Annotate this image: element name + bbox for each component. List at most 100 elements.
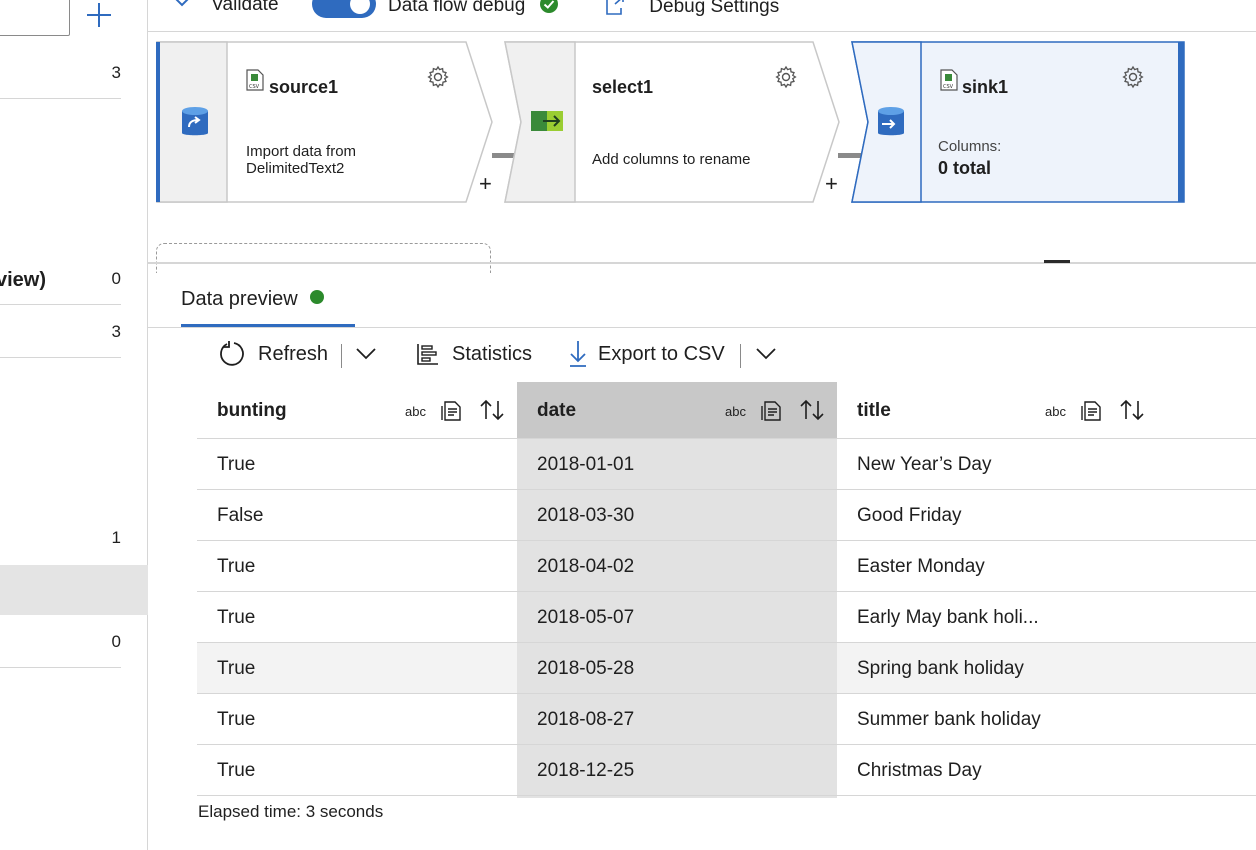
column-type-badge: abc	[1045, 404, 1066, 419]
divider	[740, 344, 741, 368]
dataflow-debug-label-group: Data flow debug	[388, 0, 559, 17]
table-row[interactable]: True 2018-04-02 Easter Monday	[197, 541, 1256, 592]
tab-active-indicator	[181, 324, 355, 327]
select1-desc: Add columns to rename	[592, 151, 751, 168]
cell-bunting: False	[217, 505, 264, 526]
table-row-hovered[interactable]: True 2018-05-28 Spring bank holiday	[197, 643, 1256, 694]
cell-date: 2018-05-07	[537, 607, 635, 628]
refresh-icon	[220, 341, 244, 366]
sidebar-search-input[interactable]	[0, 0, 70, 36]
refresh-dropdown-button[interactable]	[356, 336, 388, 372]
column-stats-icon[interactable]	[761, 400, 783, 422]
column-header-title[interactable]: title abc	[837, 382, 1256, 439]
select1-node[interactable]: select1 Add columns to rename +	[503, 41, 843, 203]
sort-icon[interactable]	[479, 399, 505, 421]
column-header-date[interactable]: date abc	[517, 382, 837, 439]
source1-desc-line1: Import data from	[246, 143, 357, 160]
cell-bunting: True	[217, 709, 256, 730]
select-transform-icon	[531, 111, 563, 131]
source1-title: source1	[269, 77, 339, 97]
sink1-columns-value: 0 total	[938, 158, 992, 178]
sidebar-row[interactable]: 0	[0, 618, 121, 668]
table-row[interactable]: False 2018-03-30 Good Friday	[197, 490, 1256, 541]
export-csv-button[interactable]: Export to CSV	[568, 336, 725, 372]
sort-icon[interactable]	[1119, 399, 1145, 421]
gear-icon[interactable]	[1121, 65, 1145, 89]
check-circle-icon	[539, 0, 558, 13]
tab-data-preview[interactable]: Data preview	[181, 288, 324, 311]
export-dropdown-button[interactable]	[756, 336, 788, 372]
database-source-icon	[182, 107, 208, 136]
sort-icon[interactable]	[799, 399, 825, 421]
svg-text:CSV: CSV	[249, 84, 260, 90]
csv-file-icon: CSV	[940, 69, 958, 91]
dataflow-debug-label: Data flow debug	[388, 0, 526, 16]
cell-title: New Year’s Day	[857, 454, 992, 475]
statistics-icon	[417, 344, 438, 365]
column-stats-icon[interactable]	[1081, 400, 1103, 422]
sidebar-row-count: 1	[111, 528, 121, 547]
add-icon[interactable]	[86, 2, 112, 28]
cell-date: 2018-04-02	[537, 556, 635, 577]
sidebar-row-count: 3	[111, 322, 121, 341]
statistics-button[interactable]: Statistics	[416, 336, 532, 372]
sink1-columns-label: Columns:	[938, 138, 1002, 155]
table-row[interactable]: True 2018-01-01 New Year’s Day	[197, 439, 1256, 490]
column-header-bunting[interactable]: bunting abc	[197, 382, 517, 439]
sink1-title: sink1	[962, 77, 1009, 97]
chevron-down-icon	[356, 348, 376, 360]
chevron-down-icon	[756, 348, 776, 360]
cell-bunting: True	[217, 454, 256, 475]
cell-title: Good Friday	[857, 505, 962, 526]
column-header-label: bunting	[217, 400, 287, 421]
sidebar-row[interactable]: view) 0	[0, 255, 121, 305]
settings-export-icon	[606, 0, 624, 15]
chevron-down-icon	[175, 0, 189, 7]
download-icon	[570, 341, 586, 367]
csv-file-icon: CSV	[246, 69, 264, 91]
bottom-panel-tabs: Data preview	[148, 264, 1256, 328]
left-panel: 3 view) 0 3 1 0	[0, 0, 148, 850]
toolbar: Validate Data flow debug Debug Settings	[148, 0, 1256, 32]
statistics-label: Statistics	[452, 342, 533, 365]
column-header-label: title	[857, 400, 891, 421]
cell-bunting: True	[217, 760, 256, 781]
gear-icon[interactable]	[426, 65, 450, 89]
table-row[interactable]: True 2018-12-25 Christmas Day	[197, 745, 1256, 796]
refresh-label: Refresh	[258, 342, 329, 365]
source1-node[interactable]: CSV source1 Import data from DelimitedTe…	[156, 41, 496, 203]
sidebar-row[interactable]: 3	[0, 49, 121, 99]
cell-title: Easter Monday	[857, 556, 985, 577]
gear-icon[interactable]	[774, 65, 798, 89]
table-row[interactable]: True 2018-05-07 Early May bank holi...	[197, 592, 1256, 643]
cell-date: 2018-01-01	[537, 454, 635, 475]
refresh-button[interactable]: Refresh	[218, 336, 328, 372]
debug-settings-label: Debug Settings	[649, 0, 780, 17]
svg-text:CSV: CSV	[943, 84, 954, 90]
sink1-node[interactable]: CSV sink1 Columns: 0 total	[850, 41, 1188, 203]
table-row[interactable]: True 2018-08-27 Summer bank holiday	[197, 694, 1256, 745]
column-type-badge: abc	[725, 404, 746, 419]
sidebar-row-selected[interactable]	[0, 565, 148, 615]
column-header-label: date	[537, 400, 577, 421]
validate-label: Validate	[211, 0, 279, 15]
cell-title: Summer bank holiday	[857, 709, 1041, 730]
sidebar-row-count: 0	[111, 632, 121, 651]
tab-data-preview-label: Data preview	[181, 288, 298, 310]
sidebar-row[interactable]: 1	[0, 514, 121, 564]
column-stats-icon[interactable]	[441, 400, 463, 422]
splitter-grip[interactable]	[1044, 260, 1070, 263]
sidebar-row[interactable]: 3	[0, 308, 121, 358]
cell-date: 2018-03-30	[537, 505, 635, 526]
cell-title: Christmas Day	[857, 760, 982, 781]
export-csv-label: Export to CSV	[598, 342, 725, 365]
add-transform-icon[interactable]: +	[479, 171, 492, 197]
sidebar-row-count: 3	[111, 63, 121, 82]
add-transform-icon[interactable]: +	[825, 171, 838, 197]
dataflow-debug-toggle[interactable]	[312, 0, 376, 18]
sidebar-row-count: 0	[111, 269, 121, 288]
validate-button[interactable]: Validate	[174, 0, 279, 16]
cell-date: 2018-08-27	[537, 709, 635, 730]
column-type-badge: abc	[405, 404, 426, 419]
debug-settings-button[interactable]: Debug Settings	[604, 0, 779, 18]
